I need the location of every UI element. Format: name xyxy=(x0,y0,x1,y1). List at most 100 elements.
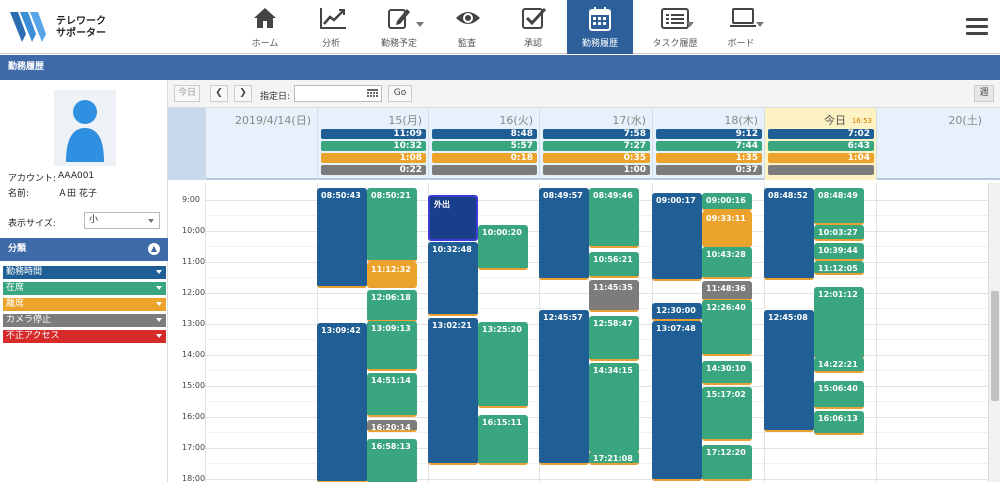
category-work-time[interactable]: 勤務時間 xyxy=(3,266,166,279)
go-button[interactable]: Go xyxy=(388,85,412,102)
calendar-toolbar: 今日 ❮ ❯ 指定日: Go 週 xyxy=(168,80,1000,108)
chevron-down-icon xyxy=(156,318,162,322)
time-block[interactable]: 12:58:47 xyxy=(589,316,639,361)
category-camera-off[interactable]: カメラ停止 xyxy=(3,314,166,327)
vertical-scrollbar[interactable] xyxy=(988,183,1000,482)
time-block[interactable]: 08:49:57 xyxy=(539,188,589,280)
time-block[interactable]: 12:30:00 xyxy=(652,303,702,321)
checkbox-icon xyxy=(522,7,547,29)
time-block[interactable]: 12:06:18 xyxy=(367,290,417,322)
nav-analysis[interactable]: 分析 xyxy=(298,0,364,54)
time-block[interactable]: 08:49:46 xyxy=(589,188,639,248)
nav-audit[interactable]: 監査 xyxy=(434,0,500,54)
calendar-picker-icon[interactable] xyxy=(367,89,378,99)
time-block[interactable]: 09:00:16 xyxy=(702,193,752,211)
time-block[interactable]: 11:12:32 xyxy=(367,262,417,288)
nav-audit-label: 監査 xyxy=(457,39,476,49)
time-block[interactable]: 14:30:10 xyxy=(702,361,752,385)
app-logo[interactable]: テレワーク サポーター xyxy=(10,12,120,42)
category-unauthorized[interactable]: 不正アクセス xyxy=(3,330,166,343)
time-block[interactable]: 08:48:52 xyxy=(764,188,814,280)
summary-bar: 1:08 xyxy=(321,153,426,163)
time-block[interactable]: 13:02:21 xyxy=(428,318,478,465)
hour-label: 11:00 xyxy=(182,257,206,266)
scrollbar-thumb[interactable] xyxy=(991,291,999,401)
time-block[interactable]: 12:01:12 xyxy=(814,287,864,359)
day-header: 16(火) 8:48 5:57 0:18 xyxy=(428,108,539,180)
next-button[interactable]: ❯ xyxy=(234,85,252,102)
nav-work-history[interactable]: 勤務履歴 xyxy=(567,0,633,54)
time-block[interactable]: 10:32:48 xyxy=(428,242,478,316)
time-block[interactable]: 10:03:27 xyxy=(814,225,864,241)
category-away[interactable]: 離席 xyxy=(3,298,166,311)
time-block[interactable]: 08:48:49 xyxy=(814,188,864,225)
time-block[interactable]: 11:12:05 xyxy=(814,261,864,275)
time-block[interactable]: 11:48:36 xyxy=(702,281,752,301)
time-block[interactable]: 08:50:43 xyxy=(317,188,367,288)
time-block[interactable]: 09:00:17 xyxy=(652,193,702,281)
nav-schedule[interactable]: 勤務予定 xyxy=(366,0,432,54)
summary-bar: 7:58 xyxy=(543,129,650,139)
time-block[interactable]: 10:43:28 xyxy=(702,247,752,279)
nav-home[interactable]: ホーム xyxy=(232,0,298,54)
time-block[interactable]: 13:07:48 xyxy=(652,321,702,481)
time-block[interactable]: 10:56:21 xyxy=(589,252,639,278)
time-block[interactable]: 14:51:14 xyxy=(367,373,417,417)
time-block[interactable]: 14:34:15 xyxy=(589,363,639,453)
week-button[interactable]: 週 xyxy=(974,85,994,102)
prev-button[interactable]: ❮ xyxy=(210,85,228,102)
day-header: 18(木) 9:12 7:44 1:35 0:37 xyxy=(652,108,764,180)
nav-task-history[interactable]: タスク履歴 xyxy=(640,0,710,54)
hour-label: 12:00 xyxy=(182,288,206,297)
time-block[interactable]: 12:45:57 xyxy=(539,310,589,465)
time-block[interactable]: 17:21:08 xyxy=(589,451,639,465)
nav-approval-label: 承認 xyxy=(523,39,542,49)
time-block[interactable]: 16:58:13 xyxy=(367,439,417,482)
hour-label: 10:00 xyxy=(182,226,206,235)
name-value: Ａ田 花子 xyxy=(58,189,97,199)
today-button[interactable]: 今日 xyxy=(174,85,200,102)
time-block[interactable]: 12:45:08 xyxy=(764,310,814,432)
time-block[interactable]: 13:09:42 xyxy=(317,323,367,482)
laptop-icon xyxy=(730,8,756,27)
avatar xyxy=(54,90,116,166)
date-input[interactable] xyxy=(294,85,382,102)
summary-bar: 7:44 xyxy=(656,141,762,151)
time-block[interactable]: 17:12:20 xyxy=(702,445,752,481)
collapse-icon[interactable]: ▲ xyxy=(148,243,160,255)
chevron-down-icon xyxy=(156,286,162,290)
hour-label: 9:00 xyxy=(182,195,200,204)
time-block[interactable]: 09:33:11 xyxy=(702,211,752,247)
sidebar: アカウント: AAA001 名前: Ａ田 花子 表示サイズ: 小 分類 ▲ 勤務… xyxy=(0,80,168,482)
day-label: 15(月) xyxy=(388,114,422,127)
display-size-select[interactable]: 小 xyxy=(84,212,160,229)
nav-approval[interactable]: 承認 xyxy=(500,0,566,54)
time-block[interactable]: 13:09:13 xyxy=(367,321,417,371)
calendar-grid: 9:00 10:00 11:00 12:00 13:00 14:00 15:00 16:00 1… xyxy=(168,183,988,482)
time-block[interactable]: 16:20:14 xyxy=(367,420,417,432)
time-block[interactable]: 08:50:21 xyxy=(367,188,417,262)
time-block[interactable]: 10:39:44 xyxy=(814,243,864,261)
summary-bar: 7:27 xyxy=(543,141,650,151)
time-block[interactable]: 12:26:40 xyxy=(702,300,752,356)
time-block[interactable]: 16:15:11 xyxy=(478,415,528,465)
hamburger-menu-icon[interactable] xyxy=(966,18,988,36)
category-present[interactable]: 在席 xyxy=(3,282,166,295)
day-label: 17(水) xyxy=(612,114,646,127)
time-block[interactable]: 11:45:35 xyxy=(589,280,639,312)
time-block[interactable]: 13:25:20 xyxy=(478,322,528,408)
logo-text-line2: サポーター xyxy=(56,28,106,39)
time-block[interactable]: 14:22:21 xyxy=(814,357,864,373)
nav-board[interactable]: ボード xyxy=(708,0,774,54)
time-block[interactable]: 15:06:40 xyxy=(814,381,864,409)
category-label: 勤務時間 xyxy=(6,267,43,277)
display-size-label: 表示サイズ: xyxy=(8,219,56,229)
time-block[interactable]: 15:17:02 xyxy=(702,387,752,441)
time-block[interactable]: 10:00:20 xyxy=(478,225,528,270)
category-header[interactable]: 分類 ▲ xyxy=(0,238,168,261)
time-block[interactable]: 16:06:13 xyxy=(814,411,864,435)
summary-bar: 9:12 xyxy=(656,129,762,139)
day-label: 2019/4/14(日) xyxy=(235,114,311,127)
category-title: 分類 xyxy=(8,244,27,254)
time-block[interactable]: 外出 xyxy=(428,195,478,241)
